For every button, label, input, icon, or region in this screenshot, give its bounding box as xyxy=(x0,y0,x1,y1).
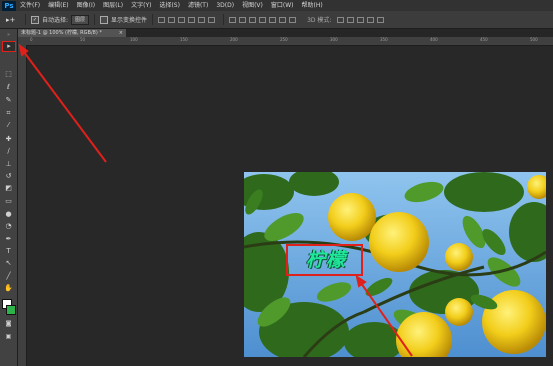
highlight-box-text xyxy=(286,244,363,276)
menu-3d[interactable]: 3D(D) xyxy=(216,0,234,11)
ruler-tick: 150 xyxy=(180,37,188,42)
blur-tool[interactable]: ● xyxy=(3,210,14,219)
align-bottom-icon[interactable] xyxy=(178,16,186,23)
menu-edit[interactable]: 编辑(E) xyxy=(48,0,68,11)
history-brush-tool[interactable]: ↺ xyxy=(3,172,14,181)
quick-select-tool[interactable]: ✎ xyxy=(3,96,14,105)
document-tab[interactable]: 未标题-1 @ 100% (柠檬, RGB/8) * × xyxy=(18,29,126,37)
healing-tool[interactable]: ✚ xyxy=(3,135,14,144)
ruler-tick: 200 xyxy=(230,37,238,42)
auto-select-dropdown[interactable]: 图层 xyxy=(71,14,90,25)
align-center-icon[interactable] xyxy=(198,16,206,23)
show-transform-checkbox[interactable] xyxy=(100,15,109,24)
lemon xyxy=(369,212,429,272)
menu-select[interactable]: 选择(S) xyxy=(159,0,180,11)
crop-tool[interactable]: ⌗ xyxy=(3,109,14,118)
ruler-tick: 400 xyxy=(430,37,438,42)
stamp-tool[interactable]: ⊥ xyxy=(3,160,14,169)
ruler-tick: 100 xyxy=(130,37,138,42)
divider xyxy=(25,14,26,25)
menu-file[interactable]: 文件(F) xyxy=(20,0,40,11)
ruler-tick: 300 xyxy=(330,37,338,42)
auto-select-checkbox[interactable]: ✓ xyxy=(31,15,39,24)
menu-view[interactable]: 视图(V) xyxy=(242,0,263,11)
ruler-tick: 0 xyxy=(30,37,33,42)
menu-image[interactable]: 图像(I) xyxy=(77,0,95,11)
gradient-tool[interactable]: ▭ xyxy=(3,197,14,206)
align-right-icon[interactable] xyxy=(208,16,216,23)
marquee-tool[interactable]: ⬚ xyxy=(3,70,14,79)
photoshop-window: Ps 文件(F) 编辑(E) 图像(I) 图层(L) 文字(Y) 选择(S) 滤… xyxy=(0,0,553,366)
ruler-tick: 250 xyxy=(280,37,288,42)
quick-mask-icon[interactable]: ◙ xyxy=(3,319,14,328)
3d-roll-icon[interactable] xyxy=(347,16,355,23)
show-transform-label: 显示变换控件 xyxy=(111,17,148,24)
ruler-tick: 500 xyxy=(530,37,538,42)
brush-tool[interactable]: ∕ xyxy=(3,147,14,156)
auto-select-label: 自动选择: xyxy=(42,17,69,24)
horizontal-ruler: 0 50 100 150 200 250 300 350 400 450 500 xyxy=(18,37,553,46)
document-tab-title: 未标题-1 @ 100% (柠檬, RGB/8) * xyxy=(21,30,102,36)
eraser-tool[interactable]: ◩ xyxy=(3,184,14,193)
ruler-tick: 450 xyxy=(480,37,488,42)
distribute-top-icon[interactable] xyxy=(229,16,237,23)
distribute-middle-icon[interactable] xyxy=(239,16,247,23)
align-left-icon[interactable] xyxy=(188,16,196,23)
move-tool[interactable]: ▸ xyxy=(2,41,16,52)
divider xyxy=(94,14,96,25)
tools-panel: » ▸ ⬚ ℓ ✎ ⌗ ⁄ ✚ ∕ ⊥ ↺ ◩ ▭ ● ◔ ✒ T ↖ ╱ ✋ … xyxy=(0,29,18,366)
divider xyxy=(223,14,225,25)
options-bar: ▸+ ✓ 自动选择: 图层 显示变换控件 3D 模式: xyxy=(0,11,553,29)
menu-window[interactable]: 窗口(W) xyxy=(271,0,294,11)
distribute-center-icon[interactable] xyxy=(269,16,277,23)
vertical-ruler xyxy=(18,45,27,366)
ruler-tick: 50 xyxy=(80,37,86,42)
3d-rotate-icon[interactable] xyxy=(337,16,345,23)
panel-collapse-icon[interactable]: » xyxy=(3,31,14,40)
ruler-tick: 350 xyxy=(380,37,388,42)
menu-type[interactable]: 文字(Y) xyxy=(131,0,151,11)
menu-help[interactable]: 帮助(H) xyxy=(302,0,323,11)
lemon xyxy=(445,298,473,326)
auto-align-icon[interactable] xyxy=(289,16,297,23)
path-select-tool[interactable]: ↖ xyxy=(3,259,14,268)
dodge-tool[interactable]: ◔ xyxy=(3,222,14,231)
3d-scale-icon[interactable] xyxy=(377,16,385,23)
menu-filter[interactable]: 滤镜(T) xyxy=(188,0,208,11)
align-top-icon[interactable] xyxy=(158,16,166,23)
screen-mode-icon[interactable]: ▣ xyxy=(3,332,14,341)
lasso-tool[interactable]: ℓ xyxy=(3,83,14,92)
move-tool-preset[interactable]: ▸+ xyxy=(6,16,20,24)
align-middle-icon[interactable] xyxy=(168,16,176,23)
lemon xyxy=(445,243,473,271)
type-tool[interactable]: T xyxy=(3,247,14,256)
menu-layer[interactable]: 图层(L) xyxy=(103,0,123,11)
distribute-bottom-icon[interactable] xyxy=(249,16,257,23)
lemon xyxy=(328,193,376,241)
3d-drag-icon[interactable] xyxy=(357,16,365,23)
distribute-left-icon[interactable] xyxy=(259,16,267,23)
background-color-swatch[interactable] xyxy=(6,305,16,315)
ps-logo: Ps xyxy=(2,0,16,11)
3d-slide-icon[interactable] xyxy=(367,16,375,23)
eyedropper-tool[interactable]: ⁄ xyxy=(3,121,14,130)
divider xyxy=(152,14,154,25)
line-tool[interactable]: ╱ xyxy=(3,272,14,281)
distribute-right-icon[interactable] xyxy=(279,16,287,23)
menu-bar: Ps 文件(F) 编辑(E) 图像(I) 图层(L) 文字(Y) 选择(S) 滤… xyxy=(0,0,553,11)
hand-tool[interactable]: ✋ xyxy=(3,284,14,293)
close-icon[interactable]: × xyxy=(119,29,123,37)
pen-tool[interactable]: ✒ xyxy=(3,235,14,244)
3d-mode-label: 3D 模式: xyxy=(307,17,332,24)
